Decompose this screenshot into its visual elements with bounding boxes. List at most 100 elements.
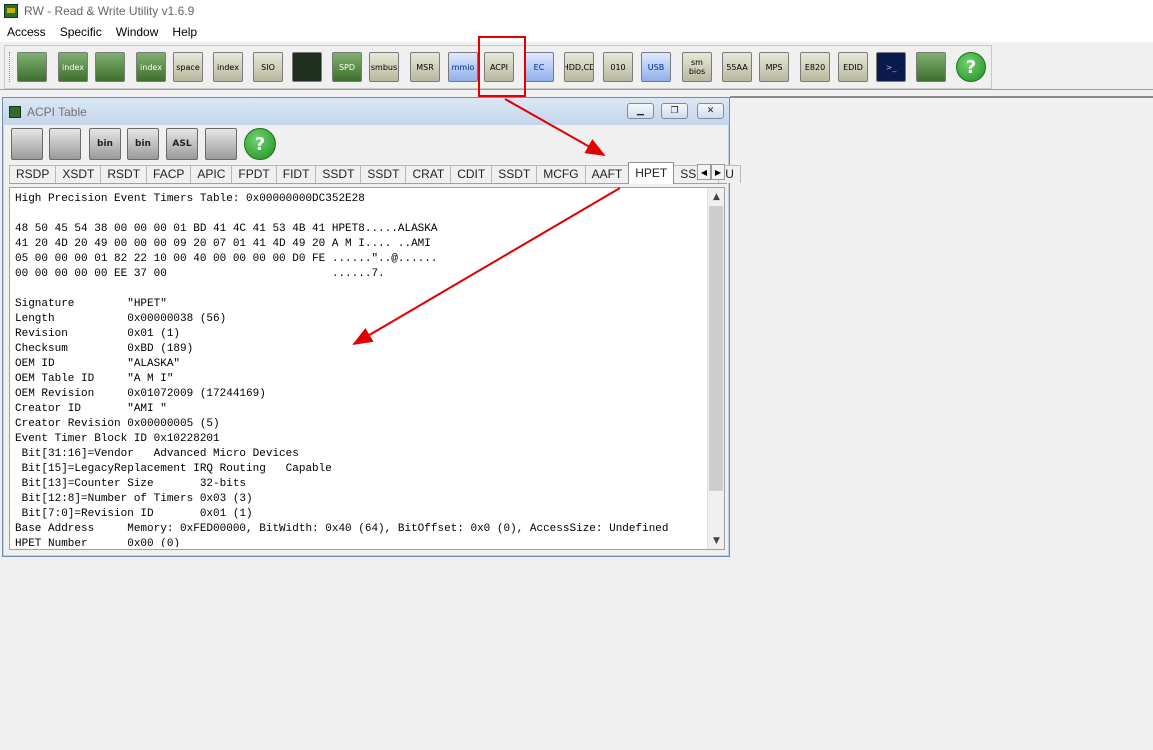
tab-xsdt-1[interactable]: XSDT	[55, 165, 102, 183]
tab-apic-4[interactable]: APIC	[190, 165, 233, 183]
hdd-cd-button[interactable]: HDD,CD	[564, 52, 594, 82]
close-button[interactable]: ✕	[697, 103, 724, 119]
dump-line: Bit[31:16]=Vendor Advanced Micro Devices	[15, 448, 299, 460]
tab-scroll-buttons: ◀ ▶	[697, 164, 725, 180]
dump-line: OEM Table ID "A M I"	[15, 373, 174, 385]
table-dump-text[interactable]: High Precision Event Timers Table: 0x000…	[15, 192, 705, 547]
tab-ssdt-11[interactable]: SSDT	[491, 165, 538, 183]
find-table-button[interactable]	[205, 128, 237, 160]
app-title: RW - Read & Write Utility v1.6.9	[24, 4, 195, 18]
save-table-button[interactable]	[11, 128, 43, 160]
scroll-down-icon[interactable]: ▼	[708, 532, 724, 549]
mps-button[interactable]: MPS	[759, 52, 789, 82]
mps-icon: MPS	[765, 62, 783, 72]
io-index-icon: index	[217, 62, 239, 72]
save-bin-table-button[interactable]: bin	[89, 128, 121, 160]
sio-icon: SIO	[261, 62, 275, 72]
tab-scroll-left-icon[interactable]: ◀	[697, 164, 711, 180]
spd-icon: SPD	[338, 62, 356, 72]
tools-button[interactable]	[916, 52, 946, 82]
pci-index-button[interactable]: index	[58, 52, 88, 82]
toolbar-grip[interactable]	[9, 52, 12, 82]
usb-button[interactable]: USB	[641, 52, 671, 82]
tab-fpdt-5[interactable]: FPDT	[231, 165, 277, 183]
menu-specific[interactable]: Specific	[53, 22, 109, 42]
tab-cdit-10[interactable]: CDIT	[450, 165, 493, 183]
asl-table-button[interactable]: ASL	[166, 128, 198, 160]
dump-line: Checksum 0xBD (189)	[15, 343, 194, 355]
oscilloscope-button[interactable]	[292, 52, 322, 82]
edid-button[interactable]: EDID	[838, 52, 868, 82]
mmio-button[interactable]: mmio	[448, 52, 478, 82]
disk-icon: HDD,CD	[564, 62, 594, 72]
terminal-icon: >_	[885, 62, 897, 72]
dump-line: Creator Revision 0x00000005 (5)	[15, 418, 220, 430]
dump-line: Signature "HPET"	[15, 298, 167, 310]
tab-hpet-14[interactable]: HPET	[628, 162, 675, 184]
restore-button[interactable]: ❐	[661, 103, 688, 119]
dump-line: HPET Number 0x00 (0)	[15, 538, 181, 547]
io-index-button[interactable]: index	[213, 52, 243, 82]
io-space-button[interactable]: space	[173, 52, 203, 82]
memory-index-button[interactable]: index	[136, 52, 166, 82]
acpi-window-title-bar[interactable]: ACPI Table	[3, 98, 729, 125]
55aa-button[interactable]: 55AA	[722, 52, 752, 82]
msr-button[interactable]: MSR	[410, 52, 440, 82]
dump-line: OEM Revision 0x01072009 (17244169)	[15, 388, 266, 400]
smbios-button[interactable]: sm bios	[682, 52, 712, 82]
tab-crat-9[interactable]: CRAT	[405, 165, 452, 183]
tab-mcfg-12[interactable]: MCFG	[536, 165, 586, 183]
dump-line: 48 50 45 54 38 00 00 00 01 BD 41 4C 41 5…	[15, 223, 438, 235]
dump-icon: 010	[610, 62, 626, 72]
e820-button[interactable]: E820	[800, 52, 830, 82]
memory-button[interactable]	[95, 52, 125, 82]
menu-bar: Access Specific Window Help	[0, 22, 1153, 42]
tab-scroll-right-icon[interactable]: ▶	[711, 164, 725, 180]
acpi-button-highlight	[478, 36, 526, 97]
menu-access[interactable]: Access	[0, 22, 53, 42]
menu-window[interactable]: Window	[109, 22, 166, 42]
dump-button[interactable]: 010	[603, 52, 633, 82]
toolbar-divider	[0, 89, 1153, 90]
save-all-bin-icon: bin	[135, 139, 151, 149]
scroll-up-icon[interactable]: ▲	[708, 188, 724, 205]
dump-line: High Precision Event Timers Table: 0x000…	[15, 193, 365, 205]
tab-rsdp-0[interactable]: RSDP	[9, 165, 57, 183]
dump-line: Event Timer Block ID 0x10228201	[15, 433, 220, 445]
save-all-bin-table-button[interactable]: bin	[127, 128, 159, 160]
option-rom-icon: 55AA	[726, 62, 748, 72]
sio-button[interactable]: SIO	[253, 52, 283, 82]
tab-aaft-13[interactable]: AAFT	[584, 165, 630, 183]
help-button[interactable]: ?	[956, 52, 986, 82]
close-icon: ✕	[706, 106, 715, 116]
dump-line: 41 20 4D 20 49 00 00 00 09 20 07 01 41 4…	[15, 238, 431, 250]
acpi-table-window: ACPI Table ▁ ❐ ✕ bin bin ASL? RSDP XSDT RSDT…	[2, 97, 741, 557]
dump-line	[15, 282, 705, 297]
tab-facp-3[interactable]: FACP	[146, 165, 192, 183]
tab-rsdt-2[interactable]: RSDT	[100, 165, 148, 183]
minimize-button[interactable]: ▁	[627, 103, 654, 119]
minimize-icon: ▁	[637, 106, 644, 116]
save-bin-icon: bin	[97, 139, 113, 149]
asl-icon: ASL	[172, 139, 192, 149]
msr-icon: MSR	[416, 62, 434, 72]
menu-help[interactable]: Help	[165, 22, 204, 42]
save-all-table-button[interactable]	[49, 128, 81, 160]
help-icon: ?	[965, 56, 977, 78]
dump-line: OEM ID "ALASKA"	[15, 358, 181, 370]
e820-icon: E820	[804, 62, 826, 72]
vertical-scrollbar[interactable]: ▲ ▼	[707, 188, 724, 549]
tab-ssdt-8[interactable]: SSDT	[360, 165, 407, 183]
tab-ssdt-7[interactable]: SSDT	[315, 165, 362, 183]
ec-button[interactable]: EC	[524, 52, 554, 82]
pci-button[interactable]	[17, 52, 47, 82]
help-table-button[interactable]: ?	[244, 128, 276, 160]
scroll-thumb[interactable]	[709, 206, 723, 491]
dump-line: 05 00 00 00 01 82 22 10 00 40 00 00 00 0…	[15, 253, 438, 265]
spd-button[interactable]: SPD	[332, 52, 362, 82]
smbus-button[interactable]: smbus	[369, 52, 399, 82]
tab-fidt-6[interactable]: FIDT	[275, 165, 317, 183]
table-content-pane[interactable]: High Precision Event Timers Table: 0x000…	[9, 187, 725, 550]
dump-line: Creator ID "AMI "	[15, 403, 167, 415]
command-button[interactable]: >_	[876, 52, 906, 82]
